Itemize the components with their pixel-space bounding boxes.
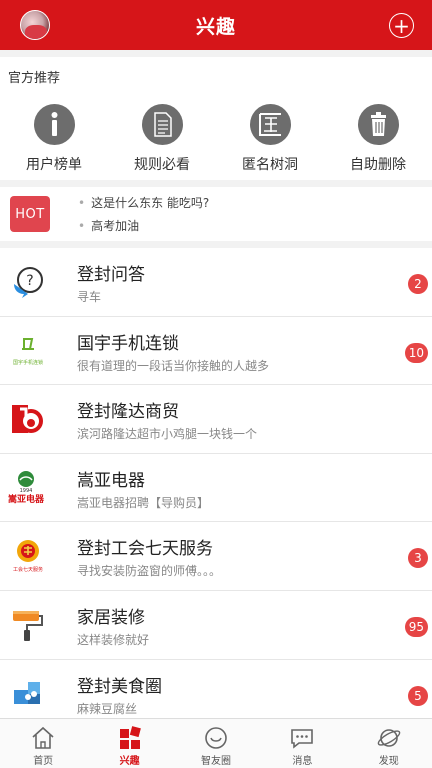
tab-discover[interactable]: 发现 [346,719,432,768]
group-item[interactable]: 登封隆达商贸 滨河路隆达超市小鸡腿一块钱一个 [0,385,432,454]
puzzle-icon [10,676,46,712]
hot-topics[interactable]: HOT 这是什么东东 能吃吗? 高考加油 [0,187,432,241]
unread-badge: 3 [408,548,428,569]
plus-circle-icon[interactable]: + [389,13,414,38]
top-bar: 兴趣 + [0,0,432,50]
guoyu-logo: 国宇手机连锁 [10,333,46,369]
official-section: 官方推荐 用户榜单 规则必看 匿名树洞 自助删除 [0,57,432,180]
logo-year: 1994 [20,488,33,494]
hot-topic-line[interactable]: 高考加油 [78,217,139,234]
group-title: 嵩亚电器 [77,470,145,491]
songya-logo: 1994 嵩亚电器 [4,470,48,506]
tab-label: 发现 [378,756,399,767]
group-title: 家居装修 [77,607,145,628]
hot-topic-line[interactable]: 这是什么东东 能吃吗? [78,194,209,211]
group-title: 国宇手机连锁 [77,333,179,354]
group-item[interactable]: 家居装修 这样装修就好 95 [0,591,432,660]
entry-label: 用户榜单 [26,157,82,173]
interest-icon [117,725,143,751]
tab-label: 兴趣 [119,756,140,767]
group-subtitle: 这样装修就好 [77,632,150,647]
home-icon [30,725,56,751]
page-title: 兴趣 [195,15,236,38]
tab-home[interactable]: 首页 [0,719,86,768]
info-icon [33,104,75,145]
trash-icon [357,104,399,145]
tab-label: 首页 [33,756,54,767]
group-title: 登封隆达商贸 [77,402,179,423]
tab-zhiyouquan[interactable]: 智友圈 [173,719,259,768]
document-icon [141,104,183,145]
question-bubble-icon: ? [10,264,46,300]
group-subtitle: 寻找安装防盗窗的师傅。。。 [77,564,222,579]
group-item[interactable]: 1994 嵩亚电器 嵩亚电器 嵩亚电器招聘【导购员】 [0,454,432,523]
unread-badge: 95 [404,616,428,637]
entry-label: 匿名树洞 [242,157,298,173]
group-title: 登封工会七天服务 [77,539,213,560]
unread-badge: 5 [408,685,428,706]
group-subtitle: 很有道理的一段话当你接触的人越多 [77,358,270,373]
group-title: 登封问答 [77,265,145,285]
group-item[interactable]: 国宇手机连锁 国宇手机连锁 很有道理的一段话当你接触的人越多 10 [0,317,432,386]
logo-text: 工会七天服务 [13,566,43,573]
bottom-tab-bar: 首页 兴趣 智友圈 消息 发现 [0,718,432,768]
avatar[interactable] [20,10,50,40]
entry-user-ranking[interactable]: 用户榜单 [0,104,108,174]
logo-text: 国宇手机连锁 [13,359,43,366]
group-subtitle: 寻车 [77,290,102,304]
tab-label: 智友圈 [200,756,231,767]
planet-icon [376,725,402,751]
unread-badge: 10 [404,342,428,363]
logo-text: 嵩亚电器 [8,493,45,505]
unread-badge: 2 [408,274,428,294]
group-subtitle: 嵩亚电器招聘【导购员】 [77,495,210,510]
hot-badge: HOT [10,196,50,232]
union-logo: 工会七天服务 [10,538,46,574]
entry-anonymous[interactable]: 匿名树洞 [216,104,324,174]
longda-logo [10,401,46,437]
tab-interest[interactable]: 兴趣 [86,719,172,768]
group-item[interactable]: ? 登封问答 寻车 2 [0,248,432,317]
group-subtitle: 麻辣豆腐丝 [77,701,138,716]
tab-label: 消息 [292,756,313,767]
svg-text:?: ? [26,273,33,289]
message-icon [289,725,315,751]
section-label: 官方推荐 [8,71,61,86]
entry-label: 规则必看 [134,157,190,173]
paint-roller-icon [10,607,46,643]
tab-messages[interactable]: 消息 [259,719,345,768]
entry-label: 自助删除 [350,157,406,173]
group-title: 登封美食圈 [77,676,162,697]
group-item[interactable]: 工会七天服务 登封工会七天服务 寻找安装防盗窗的师傅。。。 3 [0,522,432,591]
group-subtitle: 滨河路隆达超市小鸡腿一块钱一个 [77,427,258,442]
smile-icon [203,725,229,751]
entry-rules[interactable]: 规则必看 [108,104,216,174]
anonymous-icon [249,104,291,145]
group-list: ? 登封问答 寻车 2 国宇手机连锁 国宇手机连锁 很有道理的一段话当你接触的人… [0,248,432,729]
entry-self-delete[interactable]: 自助删除 [324,104,432,174]
